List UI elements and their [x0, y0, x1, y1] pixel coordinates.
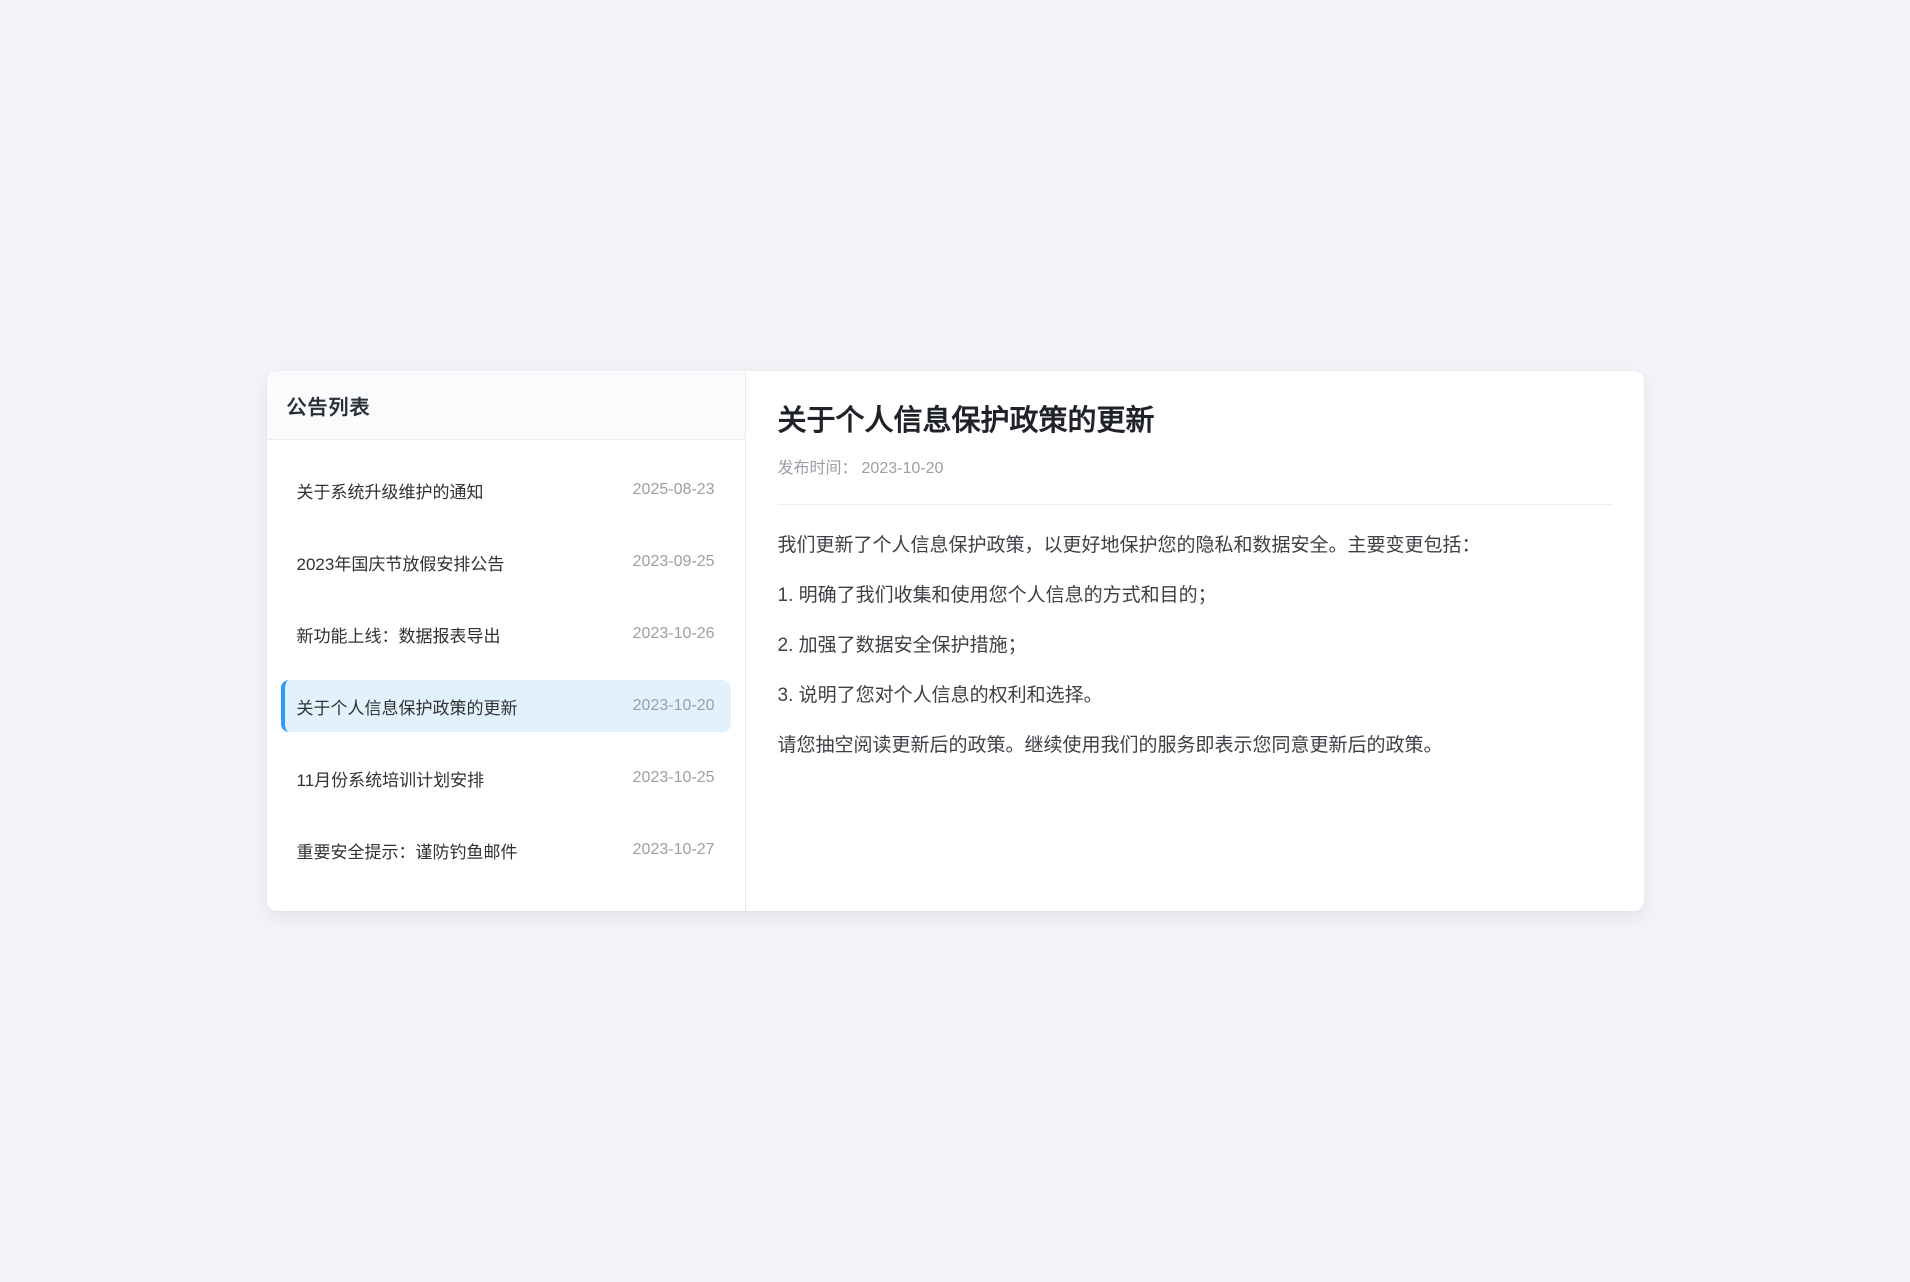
announcement-list-item[interactable]: 2023年国庆节放假安排公告 2023-09-25 [281, 536, 731, 588]
announcement-item-date: 2023-09-25 [633, 553, 715, 571]
detail-paragraph: 3. 说明了您对个人信息的权利和选择。 [778, 682, 1612, 710]
announcement-item-title: 新功能上线：数据报表导出 [297, 622, 501, 647]
announcement-list-item[interactable]: 新功能上线：数据报表导出 2023-10-26 [281, 608, 731, 660]
announcement-list-item[interactable]: 重要安全提示：谨防钓鱼邮件 2023-10-27 [281, 824, 731, 876]
publish-time-label: 发布时间： [778, 460, 858, 477]
detail-paragraph: 2. 加强了数据安全保护措施； [778, 632, 1612, 660]
announcement-item-date: 2023-10-20 [633, 697, 715, 715]
publish-time: 发布时间：2023-10-20 [778, 454, 1612, 478]
detail-paragraph: 1. 明确了我们收集和使用您个人信息的方式和目的； [778, 582, 1612, 610]
announcement-item-date: 2023-10-27 [633, 841, 715, 859]
announcement-list-item-selected[interactable]: 关于个人信息保护政策的更新 2023-10-20 [281, 680, 731, 732]
announcement-sidebar: 公告列表 关于系统升级维护的通知 2025-08-23 2023年国庆节放假安排… [267, 371, 746, 911]
announcement-item-date: 2025-08-23 [633, 481, 715, 499]
announcement-list-item[interactable]: 关于系统升级维护的通知 2025-08-23 [281, 464, 731, 516]
announcement-item-title: 关于系统升级维护的通知 [297, 478, 484, 503]
announcement-item-title: 重要安全提示：谨防钓鱼邮件 [297, 838, 518, 863]
announcement-item-date: 2023-10-25 [633, 769, 715, 787]
announcement-item-title: 2023年国庆节放假安排公告 [297, 550, 505, 575]
detail-paragraph: 我们更新了个人信息保护政策，以更好地保护您的隐私和数据安全。主要变更包括： [778, 532, 1612, 560]
detail-divider [778, 504, 1612, 505]
announcement-card: 公告列表 关于系统升级维护的通知 2025-08-23 2023年国庆节放假安排… [267, 371, 1644, 911]
publish-time-date: 2023-10-20 [862, 460, 944, 477]
announcement-item-title: 11月份系统培训计划安排 [297, 766, 485, 791]
sidebar-title: 公告列表 [287, 391, 371, 420]
announcement-item-title: 关于个人信息保护政策的更新 [297, 694, 518, 719]
detail-title: 关于个人信息保护政策的更新 [778, 401, 1612, 441]
announcement-item-date: 2023-10-26 [633, 625, 715, 643]
detail-content: 我们更新了个人信息保护政策，以更好地保护您的隐私和数据安全。主要变更包括： 1.… [778, 532, 1612, 760]
announcement-detail-pane: 关于个人信息保护政策的更新 发布时间：2023-10-20 我们更新了个人信息保… [746, 371, 1644, 911]
announcement-list: 关于系统升级维护的通知 2025-08-23 2023年国庆节放假安排公告 20… [267, 440, 745, 900]
detail-paragraph: 请您抽空阅读更新后的政策。继续使用我们的服务即表示您同意更新后的政策。 [778, 732, 1612, 760]
announcement-list-item[interactable]: 11月份系统培训计划安排 2023-10-25 [281, 752, 731, 804]
sidebar-header: 公告列表 [267, 371, 745, 440]
